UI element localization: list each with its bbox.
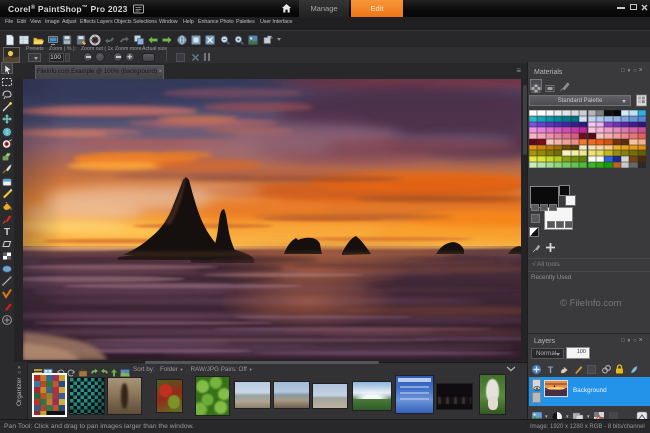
- svg-text:T: T: [548, 365, 554, 375]
- svg-text:T: T: [4, 227, 10, 237]
